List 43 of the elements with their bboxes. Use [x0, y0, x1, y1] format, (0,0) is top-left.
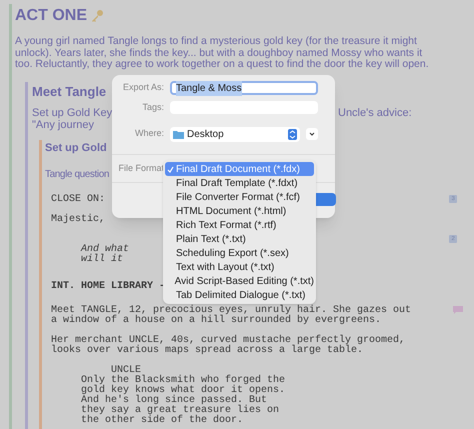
script-line: Her merchant UNCLE, 40s, curved mustache perfectly groomed,	[51, 336, 406, 346]
script-line: And what	[81, 244, 130, 254]
script-line: Majestic,	[51, 214, 106, 224]
script-line: Meet TANGLE, 12, precocious eyes, unruly hair. She gazes out	[51, 306, 412, 316]
sequence-summary: Set up Gold Key.	[32, 107, 114, 119]
menu-item[interactable]: HTML Document (*.html)	[165, 204, 314, 218]
sequence-summary: Uncle's advice:	[338, 107, 412, 119]
character-name: UNCLE	[111, 366, 142, 376]
field-label: File Format	[117, 162, 164, 174]
sequence-title: Meet Tangle	[32, 82, 106, 101]
field-label: Export As:	[122, 81, 164, 94]
sequence-summary: "Any journey	[32, 119, 94, 131]
scene-summary: Tangle question	[45, 168, 110, 182]
dialogue-line: And he's long since passed. But	[81, 396, 268, 406]
dialogue-line: gold key knows what door it opens.	[81, 386, 286, 396]
script-line: CLOSE ON:	[51, 194, 106, 204]
menu-item[interactable]: Plain Text (*.txt)	[165, 232, 314, 246]
folder-icon	[173, 130, 184, 138]
chevron-down-icon	[309, 132, 315, 136]
menu-item[interactable]: Final Draft Template (*.fdxt)	[165, 176, 314, 190]
act-title: ACT ONE	[15, 6, 87, 26]
field-label: Tags:	[141, 101, 164, 114]
scene-title: Set up Gold	[45, 141, 107, 156]
dialogue-line: Only the Blacksmith who forged the	[81, 376, 286, 386]
script-line: will it	[81, 254, 124, 264]
menu-item[interactable]: Tab Delimited Dialogue (*.txt)	[165, 288, 314, 302]
stepper-icon	[288, 128, 297, 140]
script-line: a window of a house on a hill surrounded by evergreens.	[51, 316, 382, 326]
script-line: looks over various maps spread across a large table.	[51, 346, 364, 356]
checkmark-icon	[167, 166, 174, 172]
menu-item[interactable]: Text with Layout (*.txt)	[165, 260, 314, 274]
field-label: Where:	[134, 127, 164, 140]
key-icon	[90, 9, 104, 23]
menu-item[interactable]: File Converter Format (*.fcf)	[165, 190, 314, 204]
export-name-field[interactable]: Tangle & Moss	[170, 81, 318, 95]
act-summary: A young girl named Tangle longs to find a mysterious gold key (for the treasure it might unlock). Years later, she finds the key... but with a doughboy named Mossy who wants it too. Reluctantly, they agree to work together on a quest to find the door the key will open.	[15, 36, 430, 70]
location-popup[interactable]: Desktop	[170, 126, 300, 142]
menu-item[interactable]: Scheduling Export (*.sex)	[165, 246, 314, 260]
dialogue-line: they say a great treasure lies on	[81, 406, 280, 416]
expand-button[interactable]	[306, 128, 318, 140]
menu-item[interactable]: Avid Script-Based Editing (*.txt)	[165, 274, 314, 288]
menu-item[interactable]: Rich Text Format (*.rtf)	[165, 218, 314, 232]
dialogue-line: the other side of the door.	[81, 416, 244, 426]
